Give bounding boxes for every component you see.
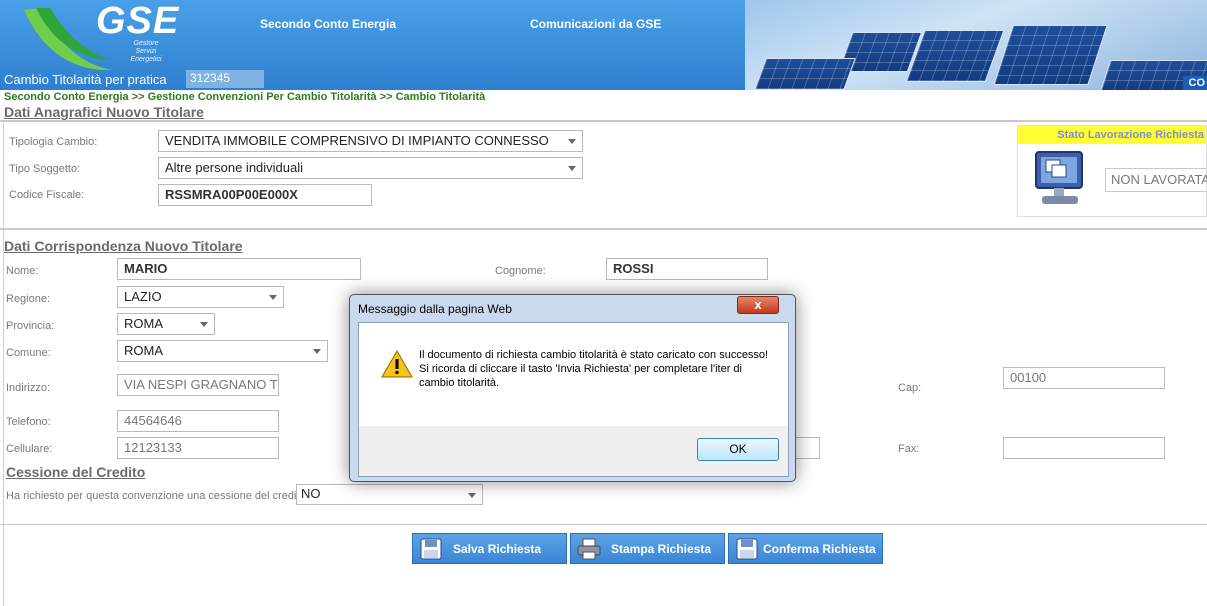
indirizzo-label: Indirizzo: xyxy=(6,382,51,394)
gse-logo-text: GSE xyxy=(96,0,180,42)
chevron-down-icon xyxy=(468,493,476,498)
nome-field[interactable]: MARIO xyxy=(117,258,361,280)
close-button[interactable]: x xyxy=(737,296,779,314)
tipo-soggetto-label: Tipo Soggetto: xyxy=(9,163,81,175)
telefono-label: Telefono: xyxy=(6,416,51,428)
pratica-number: 312345 xyxy=(186,70,264,88)
provincia-select[interactable]: ROMA xyxy=(117,313,215,335)
chevron-down-icon xyxy=(568,166,576,171)
cognome-field[interactable]: ROSSI xyxy=(606,258,768,280)
warning-icon xyxy=(381,350,413,378)
cellulare-field[interactable]: 12123133 xyxy=(117,437,279,459)
left-border xyxy=(3,120,4,606)
stato-lavorazione-box: Stato Lavorazione Richiesta NON LAVORATA xyxy=(1017,125,1207,217)
comune-label: Comune: xyxy=(6,347,51,359)
tipologia-select[interactable]: VENDITA IMMOBILE COMPRENSIVO DI IMPIANTO… xyxy=(158,130,583,152)
codice-fiscale-field[interactable]: RSSMRA00P00E000X xyxy=(158,184,372,206)
regione-label: Regione: xyxy=(6,293,51,305)
floppy-disk-icon xyxy=(736,538,758,559)
header: GSE Gestore Servizi Energetici Secondo C… xyxy=(0,0,1207,90)
divider xyxy=(0,120,1207,122)
stato-lavorazione-title: Stato Lavorazione Richiesta xyxy=(1018,126,1206,144)
tipo-soggetto-select[interactable]: Altre persone individuali xyxy=(158,157,583,179)
chevron-down-icon xyxy=(200,322,208,327)
cognome-label: Cognome: xyxy=(495,265,546,277)
provincia-label: Provincia: xyxy=(6,320,55,332)
tipologia-label: Tipologia Cambio: xyxy=(9,136,98,148)
floppy-disk-icon xyxy=(420,538,442,559)
monitor-icon xyxy=(1035,151,1083,204)
comune-select[interactable]: ROMA xyxy=(117,340,328,362)
dialog-message: Il documento di richiesta cambio titolar… xyxy=(419,349,769,389)
divider xyxy=(0,524,1207,525)
cap-label: Cap: xyxy=(898,382,922,394)
codice-fiscale-label: Codice Fiscale: xyxy=(9,189,85,201)
conferma-richiesta-button[interactable]: Conferma Richiesta xyxy=(728,533,883,564)
stampa-richiesta-button[interactable]: Stampa Richiesta xyxy=(570,533,725,564)
salva-richiesta-button[interactable]: Salva Richiesta xyxy=(412,533,567,564)
stato-lavorazione-value: NON LAVORATA xyxy=(1105,168,1207,192)
telefono-field[interactable]: 44564646 xyxy=(117,410,279,432)
fax-label: Fax: xyxy=(898,443,920,455)
divider xyxy=(0,228,1207,230)
dialog-body: Il documento di richiesta cambio titolar… xyxy=(358,322,789,477)
cellulare-label: Cellulare: xyxy=(6,443,53,455)
chevron-down-icon xyxy=(269,295,277,300)
cessione-select[interactable]: NO xyxy=(296,484,483,505)
nav-comunicazioni-gse[interactable]: Comunicazioni da GSE xyxy=(530,17,661,31)
section-title-corrispondenza: Dati Corrispondenza Nuovo Titolare xyxy=(4,238,243,254)
message-dialog: Messaggio dalla pagina Web x Il document… xyxy=(349,294,796,482)
page-title: Cambio Titolarità per pratica 312345 xyxy=(0,70,264,90)
breadcrumb[interactable]: Secondo Conto Energia >> Gestione Conven… xyxy=(4,91,485,103)
header-solar-image xyxy=(745,0,1207,90)
indirizzo-field[interactable]: VIA NESPI GRAGNANO TRE xyxy=(117,374,279,396)
printer-icon xyxy=(577,538,601,559)
gse-logo-subtitle: Gestore Servizi Energetici xyxy=(130,40,162,63)
section-title-anagrafici: Dati Anagrafici Nuovo Titolare xyxy=(4,104,204,120)
cessione-question-label: Ha richiesto per questa convenzione una … xyxy=(6,490,312,502)
ok-button[interactable]: OK xyxy=(697,438,779,461)
nome-label: Nome: xyxy=(6,265,39,277)
dialog-title: Messaggio dalla pagina Web xyxy=(358,302,512,316)
corner-tag[interactable]: CO xyxy=(1182,76,1207,90)
section-title-cessione: Cessione del Credito xyxy=(6,464,146,480)
chevron-down-icon xyxy=(313,349,321,354)
cap-field[interactable]: 00100 xyxy=(1003,367,1165,389)
regione-select[interactable]: LAZIO xyxy=(117,286,284,308)
nav-secondo-conto-energia[interactable]: Secondo Conto Energia xyxy=(260,17,396,31)
chevron-down-icon xyxy=(568,139,576,144)
fax-field[interactable] xyxy=(1003,437,1165,459)
dialog-footer: OK xyxy=(359,426,788,476)
